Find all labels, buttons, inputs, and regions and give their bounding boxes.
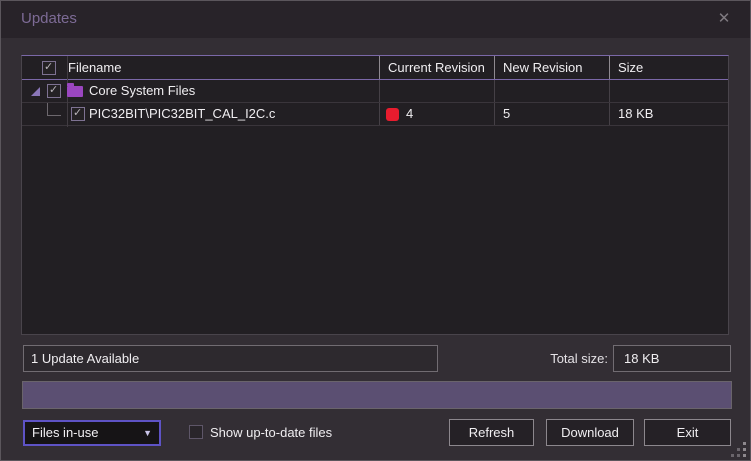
folder-icon — [67, 83, 83, 97]
file-name-cell: ✓ PIC32BIT\PIC32BIT_CAL_I2C.c — [22, 103, 379, 125]
size-cell — [609, 80, 728, 102]
close-icon[interactable]: ✕ — [714, 9, 734, 27]
exit-button[interactable]: Exit — [644, 419, 731, 446]
table-row-file[interactable]: ✓ PIC32BIT\PIC32BIT_CAL_I2C.c 4 5 18 KB — [22, 103, 728, 126]
refresh-button[interactable]: Refresh — [449, 419, 534, 446]
window-title: Updates — [21, 10, 77, 27]
updates-available-text: 1 Update Available — [31, 351, 140, 366]
check-icon: ✓ — [49, 84, 59, 96]
show-uptodate-checkbox[interactable] — [189, 425, 203, 439]
files-filter-value: Files in-use — [32, 425, 99, 440]
updates-available-box: 1 Update Available — [23, 345, 438, 372]
new-revision-value: 5 — [494, 103, 609, 125]
folder-name-cell: ✓ Core System Files — [22, 80, 379, 102]
title-bar[interactable]: Updates ✕ — [1, 1, 750, 38]
resize-grip[interactable] — [731, 442, 746, 457]
new-revision-cell — [494, 80, 609, 102]
folder-name: Core System Files — [89, 83, 196, 98]
modified-status-icon — [386, 107, 399, 121]
download-button[interactable]: Download — [546, 419, 634, 446]
file-checkbox[interactable]: ✓ — [71, 107, 85, 121]
progress-bar-fill — [23, 382, 731, 408]
progress-bar — [22, 381, 732, 409]
files-filter-dropdown[interactable]: Files in-use ▼ — [23, 420, 161, 446]
table-header: ✓ Filename Current Revision New Revision… — [22, 56, 728, 80]
updates-dialog: Updates ✕ ✓ Filename Current Revision Ne… — [0, 0, 751, 461]
select-all-checkbox[interactable]: ✓ — [42, 60, 56, 75]
total-size-box: 18 KB — [613, 345, 731, 372]
column-header-filename[interactable]: ✓ Filename — [22, 56, 379, 79]
total-size-label: Total size: — [550, 351, 608, 366]
table-row-core-system-files[interactable]: ✓ Core System Files — [22, 80, 728, 103]
total-size-value: 18 KB — [624, 351, 660, 366]
folder-checkbox[interactable]: ✓ — [47, 84, 61, 98]
chevron-down-icon: ▼ — [143, 428, 152, 438]
column-header-new-revision[interactable]: New Revision — [494, 56, 609, 79]
size-value: 18 KB — [609, 103, 728, 125]
show-uptodate-label: Show up-to-date files — [210, 425, 333, 440]
file-name: PIC32BIT\PIC32BIT_CAL_I2C.c — [89, 106, 276, 121]
updates-table: ✓ Filename Current Revision New Revision… — [21, 55, 729, 335]
expander-icon[interactable] — [31, 86, 40, 96]
current-revision-cell: 4 — [379, 103, 494, 125]
column-header-current-revision[interactable]: Current Revision — [379, 56, 494, 79]
current-revision-cell — [379, 80, 494, 102]
check-icon: ✓ — [73, 107, 83, 119]
current-revision-value: 4 — [406, 106, 414, 121]
check-icon: ✓ — [44, 60, 54, 73]
column-header-filename-label: Filename — [68, 60, 122, 75]
column-header-size[interactable]: Size — [609, 56, 728, 79]
tree-connector — [47, 103, 63, 125]
